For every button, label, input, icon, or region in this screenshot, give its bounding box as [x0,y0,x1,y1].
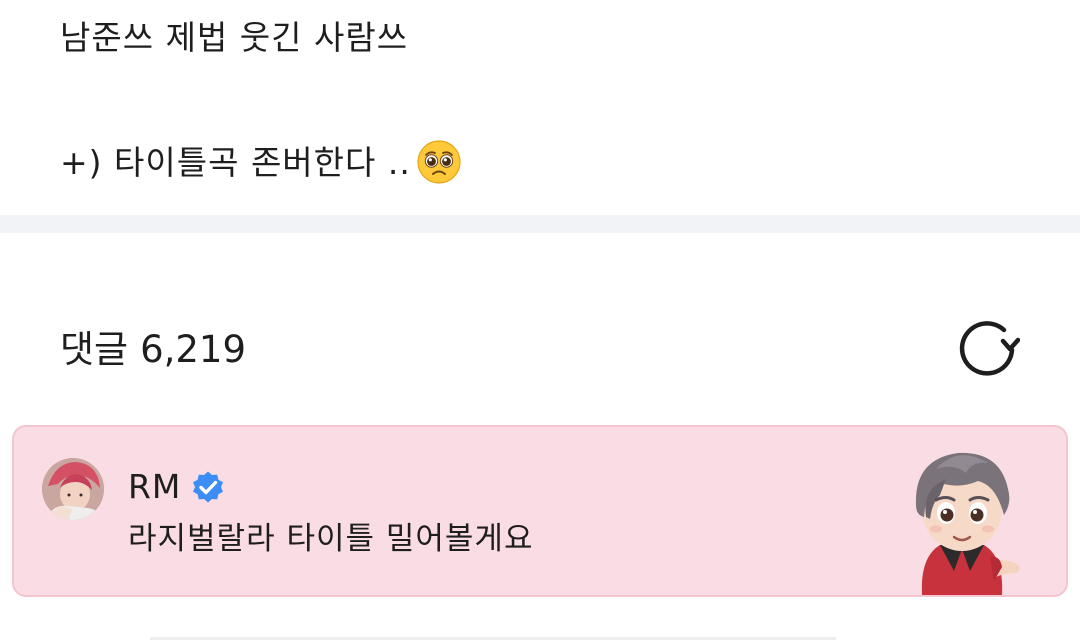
character-sticker [896,445,1028,595]
comments-count: 6,219 [140,328,247,371]
comment-text: 라지벌랄라 타이틀 밀어볼게요 [128,521,534,557]
avatar[interactable] [42,458,104,520]
refresh-button[interactable] [958,320,1021,380]
verified-badge-icon [191,470,225,504]
post-body: 남준쓰 제법 웃긴 사람쓰 +) 타이틀곡 존버한다 .. [60,0,1020,215]
pinned-comment[interactable]: RM 라지벌랄라 타이틀 밀어볼게요 [12,425,1068,597]
comments-title: 댓글 6,219 [60,327,246,373]
comment-author-name[interactable]: RM [128,467,181,507]
comments-header: 댓글 6,219 [60,320,1021,380]
post-text-line-content: +) 타이틀곡 존버한다 .. [60,143,411,182]
comment-author-row: RM [128,467,225,507]
post-text-line: 남준쓰 제법 웃긴 사람쓰 [60,18,409,57]
section-divider [0,215,1080,233]
pleading-face-icon [417,140,461,184]
post-screen: 남준쓰 제법 웃긴 사람쓰 +) 타이틀곡 존버한다 .. 댓글 6,219 R… [0,0,1080,640]
post-text-line: +) 타이틀곡 존버한다 .. [60,140,461,184]
refresh-icon [958,320,1021,380]
comments-label: 댓글 [60,328,129,371]
